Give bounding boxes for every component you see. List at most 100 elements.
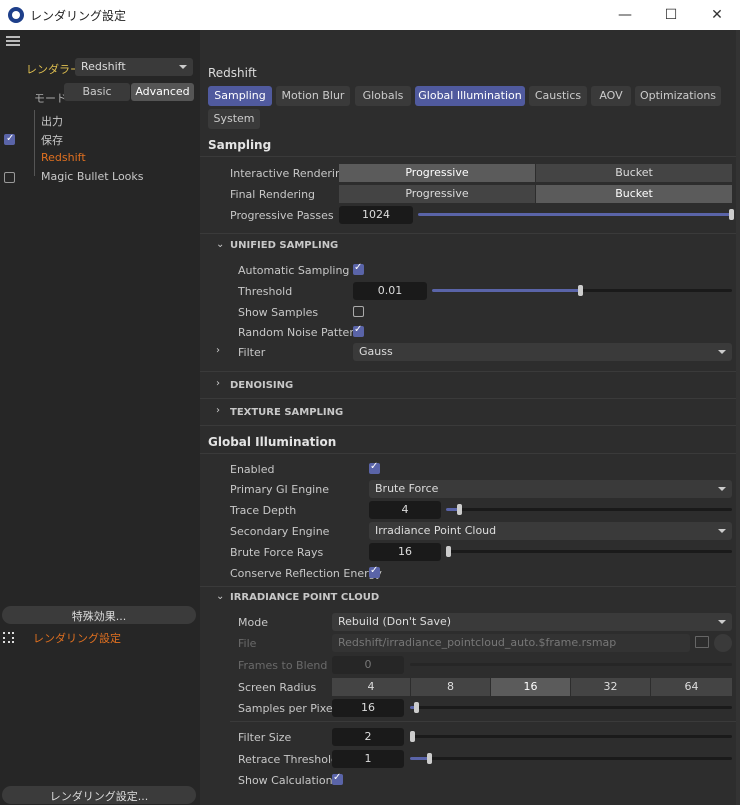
filter-dropdown[interactable]: Gauss	[353, 343, 732, 361]
samples-per-pixel-field[interactable]: 16	[332, 699, 404, 717]
renderer-dropdown[interactable]: Redshift	[75, 58, 193, 76]
tab-motion-blur[interactable]: Motion Blur	[276, 86, 350, 106]
secondary-engine-value: Irradiance Point Cloud	[375, 524, 497, 537]
divider	[200, 586, 740, 587]
conserve-energy-checkbox[interactable]	[369, 565, 380, 578]
screen-radius-64[interactable]: 64	[651, 678, 732, 696]
render-settings-item[interactable]: レンダリング設定	[33, 630, 121, 646]
interactive-progressive-button[interactable]: Progressive	[339, 164, 535, 182]
denoising-heading[interactable]: DENOISING	[230, 380, 293, 391]
show-calculation-label: Show Calculation	[238, 774, 333, 787]
samples-per-pixel-slider[interactable]	[410, 706, 732, 709]
brute-force-rays-slider[interactable]	[446, 550, 732, 553]
chevron-down-icon[interactable]: ⌄	[216, 239, 224, 250]
render-settings-button[interactable]: レンダリング設定...	[2, 786, 196, 804]
ipc-file-field[interactable]: Redshift/irradiance_pointcloud_auto.$fra…	[332, 634, 690, 652]
divider	[200, 371, 740, 372]
ipc-mode-dropdown[interactable]: Rebuild (Don't Save)	[332, 613, 732, 631]
unified-sampling-heading[interactable]: UNIFIED SAMPLING	[230, 240, 338, 251]
mode-basic-button[interactable]: Basic	[64, 83, 130, 101]
screen-radius-8[interactable]: 8	[411, 678, 490, 696]
random-noise-checkbox[interactable]	[353, 324, 364, 337]
tab-optimizations[interactable]: Optimizations	[635, 86, 721, 106]
slider-knob[interactable]	[427, 753, 432, 764]
threshold-field[interactable]: 0.01	[353, 282, 427, 300]
show-calculation-checkbox[interactable]	[332, 772, 343, 785]
progressive-passes-field[interactable]: 1024	[339, 206, 413, 224]
tree-item-save[interactable]: 保存	[41, 132, 63, 148]
chevron-down-icon	[718, 529, 726, 533]
progressive-passes-label: Progressive Passes	[230, 209, 334, 222]
filter-size-slider[interactable]	[410, 735, 732, 738]
chevron-right-icon[interactable]: ›	[216, 405, 220, 416]
trace-depth-label: Trace Depth	[230, 504, 297, 517]
show-samples-checkbox[interactable]	[353, 306, 364, 317]
chevron-down-icon	[179, 65, 187, 69]
retrace-threshold-slider[interactable]	[410, 757, 732, 760]
close-icon[interactable]: ✕	[694, 0, 740, 30]
trace-depth-field[interactable]: 4	[369, 501, 441, 519]
chevron-down-icon	[718, 350, 726, 354]
effects-button[interactable]: 特殊効果...	[2, 606, 196, 624]
frames-to-blend-label: Frames to Blend	[238, 659, 328, 672]
final-rendering-label: Final Rendering	[230, 188, 316, 201]
tab-caustics[interactable]: Caustics	[529, 86, 587, 106]
slider-knob[interactable]	[578, 285, 583, 296]
tab-sampling[interactable]: Sampling	[208, 86, 272, 106]
scrollbar[interactable]	[736, 30, 740, 805]
trace-depth-slider[interactable]	[446, 508, 732, 511]
save-checkbox[interactable]	[4, 133, 15, 145]
divider	[200, 398, 740, 399]
tree-item-output[interactable]: 出力	[41, 113, 63, 129]
chevron-right-icon[interactable]: ›	[216, 378, 220, 389]
progressive-passes-slider[interactable]	[418, 213, 732, 216]
slider-knob[interactable]	[457, 504, 462, 515]
mode-label: モード	[34, 92, 67, 105]
retrace-threshold-field[interactable]: 1	[332, 750, 404, 768]
final-progressive-button[interactable]: Progressive	[339, 185, 535, 203]
filter-size-field[interactable]: 2	[332, 728, 404, 746]
left-panel	[0, 30, 200, 805]
minimize-icon[interactable]: —	[602, 0, 648, 30]
panel-title: Redshift	[208, 66, 257, 80]
slider-fill	[432, 289, 582, 292]
gi-enabled-checkbox[interactable]	[369, 461, 380, 474]
folder-icon[interactable]	[695, 636, 709, 648]
primary-gi-dropdown[interactable]: Brute Force	[369, 480, 732, 498]
tab-system[interactable]: System	[208, 109, 260, 129]
slider-fill	[418, 213, 732, 216]
tree-item-redshift[interactable]: Redshift	[41, 151, 86, 164]
tab-globals[interactable]: Globals	[355, 86, 411, 106]
mode-advanced-button[interactable]: Advanced	[131, 83, 194, 101]
texture-sampling-heading[interactable]: TEXTURE SAMPLING	[230, 407, 343, 418]
cinema4d-app-icon	[8, 7, 24, 23]
maximize-icon[interactable]: ☐	[648, 0, 694, 30]
slider-knob[interactable]	[410, 731, 415, 742]
final-bucket-button[interactable]: Bucket	[536, 185, 732, 203]
screen-radius-4[interactable]: 4	[332, 678, 410, 696]
tab-aov[interactable]: AOV	[591, 86, 631, 106]
frames-to-blend-field[interactable]: 0	[332, 656, 404, 674]
automatic-sampling-checkbox[interactable]	[353, 262, 364, 275]
gi-enabled-label: Enabled	[230, 463, 275, 476]
brute-force-rays-field[interactable]: 16	[369, 543, 441, 561]
screen-radius-32[interactable]: 32	[571, 678, 650, 696]
secondary-engine-dropdown[interactable]: Irradiance Point Cloud	[369, 522, 732, 540]
frames-to-blend-slider[interactable]	[410, 663, 732, 666]
tree-item-magic-bullet-looks[interactable]: Magic Bullet Looks	[41, 170, 144, 183]
file-options-icon[interactable]	[714, 634, 732, 652]
interactive-bucket-button[interactable]: Bucket	[536, 164, 732, 182]
irradiance-point-cloud-heading[interactable]: IRRADIANCE POINT CLOUD	[230, 592, 379, 603]
show-samples-label: Show Samples	[238, 306, 319, 319]
renderer-value: Redshift	[81, 60, 126, 73]
tab-global-illumination[interactable]: Global Illumination	[415, 86, 525, 106]
magic-bullet-checkbox[interactable]	[4, 172, 15, 183]
slider-knob[interactable]	[414, 702, 419, 713]
divider	[200, 453, 740, 454]
slider-knob[interactable]	[729, 209, 734, 220]
chevron-down-icon[interactable]: ⌄	[216, 591, 224, 602]
hamburger-menu-icon[interactable]	[6, 36, 20, 46]
screen-radius-16[interactable]: 16	[491, 678, 570, 696]
chevron-right-icon[interactable]: ›	[216, 345, 220, 356]
slider-knob[interactable]	[446, 546, 451, 557]
